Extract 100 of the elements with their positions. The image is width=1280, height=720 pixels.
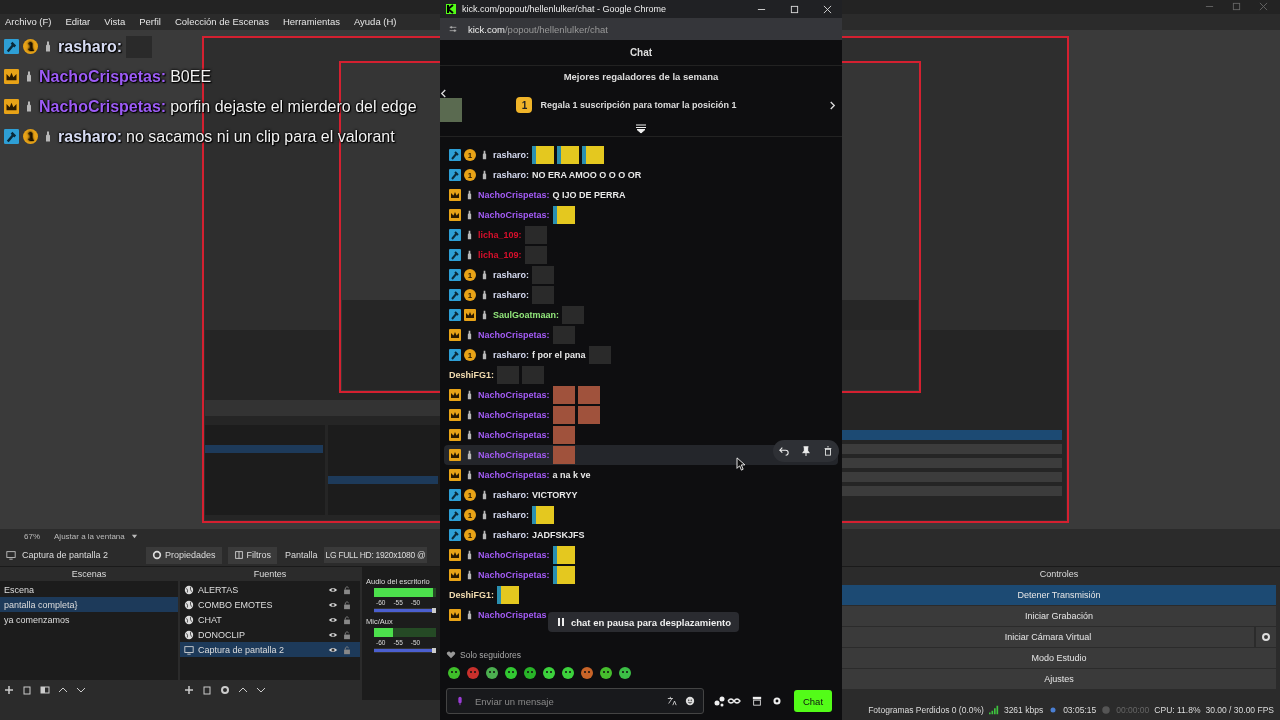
username[interactable]: NachoCrispetas: <box>478 470 550 480</box>
emote-image <box>582 146 604 164</box>
menu-item[interactable]: Editar <box>65 16 91 28</box>
username[interactable]: NachoCrispetas: <box>478 190 550 200</box>
figure-badge-icon <box>467 249 472 261</box>
menu-item[interactable]: Colección de Escenas <box>174 16 269 28</box>
volume-slider[interactable] <box>374 648 436 654</box>
chevron-right-icon[interactable] <box>829 100 836 110</box>
emote-icon[interactable] <box>599 666 613 680</box>
username[interactable]: rasharo: <box>493 490 529 500</box>
scene-item[interactable]: ya comenzamos <box>0 612 178 628</box>
username[interactable]: NachoCrispetas: <box>478 330 550 340</box>
emote-icon[interactable] <box>523 666 537 680</box>
emote-icon[interactable] <box>485 666 499 680</box>
emote-image <box>577 386 600 404</box>
username[interactable]: NachoCrispetas: <box>478 390 550 400</box>
menu-item[interactable]: Ayuda (H) <box>353 16 397 28</box>
filter-icon[interactable] <box>40 685 50 696</box>
settings-icon[interactable] <box>220 685 230 696</box>
username[interactable]: licha_109: <box>478 230 522 240</box>
username[interactable]: rasharo: <box>493 530 529 540</box>
menu-item[interactable]: Vista <box>104 16 126 28</box>
menu-item[interactable]: Perfil <box>139 16 161 28</box>
emote-image <box>522 366 544 384</box>
emoji-icon[interactable] <box>685 696 695 706</box>
username[interactable]: rasharo: <box>493 270 529 280</box>
lock-icon[interactable] <box>342 584 352 595</box>
emote-icon[interactable] <box>447 666 461 680</box>
source-item[interactable]: DONOCLIP <box>180 627 360 643</box>
volume-slider[interactable] <box>374 608 436 614</box>
menu-item[interactable]: Archivo (F) <box>5 16 52 28</box>
add-icon[interactable] <box>4 685 14 696</box>
username[interactable]: NachoCrispetas: <box>478 430 550 440</box>
username[interactable]: NachoCrispetas: <box>478 550 550 560</box>
points-icon[interactable] <box>714 695 742 707</box>
username[interactable]: NachoCrispetas: <box>478 410 550 420</box>
control-button[interactable]: Modo Estudio <box>842 648 1276 669</box>
source-item[interactable]: CHAT <box>180 612 360 628</box>
slider-thumb[interactable] <box>432 648 436 654</box>
username[interactable]: NachoCrispetas: <box>478 570 550 580</box>
collapse-icon[interactable] <box>635 124 647 134</box>
menu-item[interactable]: Herramientas <box>282 16 340 28</box>
microphone-icon[interactable] <box>455 696 465 706</box>
chevron-left-icon[interactable] <box>440 88 447 98</box>
send-button[interactable]: Chat <box>794 690 832 712</box>
username[interactable]: rasharo: <box>493 170 529 180</box>
message-field[interactable]: Enviar un mensaje <box>473 694 659 708</box>
url-host[interactable]: kick.com <box>468 23 505 35</box>
username[interactable]: rasharo: <box>493 290 529 300</box>
username[interactable]: rasharo: <box>493 510 529 520</box>
filters-button[interactable]: Filtros <box>227 546 278 564</box>
site-settings-icon[interactable] <box>448 24 458 34</box>
emote-icon[interactable] <box>618 666 632 680</box>
display-dropdown[interactable]: LG FULL HD: 1920x1080 @ <box>323 547 428 564</box>
caret-icon[interactable] <box>130 533 138 541</box>
subscriber-badge: 1 <box>464 489 476 501</box>
username[interactable]: NachoCrispetas <box>478 610 547 620</box>
control-button[interactable]: Detener Transmisión <box>842 585 1276 606</box>
control-button[interactable]: Iniciar Cámara Virtual <box>842 627 1254 648</box>
add-icon[interactable] <box>184 685 194 696</box>
paused-notice[interactable]: chat en pausa para desplazamiento <box>548 612 739 632</box>
username[interactable]: NachoCrispetas: <box>478 210 550 220</box>
lock-icon[interactable] <box>342 614 352 625</box>
window-title: kick.com/popout/hellenlulker/chat - Google Chrome <box>462 4 668 14</box>
source-item[interactable]: ALERTAS <box>180 582 360 598</box>
message-box[interactable]: Enviar un mensaje <box>446 688 704 714</box>
zoom-level[interactable]: 67% <box>24 532 40 542</box>
emote-icon[interactable] <box>542 666 556 680</box>
emote-icon[interactable] <box>561 666 575 680</box>
username[interactable]: rasharo: <box>493 350 529 360</box>
emote-image <box>552 206 575 224</box>
trash-icon[interactable] <box>823 446 833 456</box>
username[interactable]: NachoCrispetas: <box>478 450 550 460</box>
translate-icon[interactable] <box>667 696 677 706</box>
scene-item[interactable]: Escena <box>0 582 178 598</box>
emote-icon[interactable] <box>504 666 518 680</box>
username[interactable]: SaulGoatmaan: <box>493 310 559 320</box>
trash-icon[interactable] <box>22 685 32 696</box>
control-button[interactable]: Ajustes <box>842 669 1276 690</box>
control-button[interactable]: Iniciar Grabación <box>842 606 1276 627</box>
scene-item[interactable]: pantalla completa} <box>0 597 178 613</box>
trash-icon[interactable] <box>202 685 212 696</box>
source-item[interactable]: COMBO EMOTES <box>180 597 360 613</box>
source-item[interactable]: Captura de pantalla 2 <box>180 642 360 658</box>
username[interactable]: rasharo: <box>493 150 529 160</box>
pin-icon[interactable] <box>801 446 811 456</box>
username[interactable]: DeshiFG1: <box>449 590 494 600</box>
settings-button[interactable] <box>1256 627 1276 648</box>
cpu-usage: CPU: 11.8% <box>1154 705 1201 716</box>
fit-dropdown[interactable]: Ajustar a la ventana <box>54 532 125 542</box>
username[interactable]: DeshiFG1: <box>449 370 494 380</box>
reply-icon[interactable] <box>779 446 789 456</box>
url-path[interactable]: /popout/hellenlulker/chat <box>504 23 608 35</box>
slider-thumb[interactable] <box>432 608 436 614</box>
emote-icon[interactable] <box>580 666 594 680</box>
properties-button[interactable]: Propiedades <box>146 546 222 564</box>
username[interactable]: licha_109: <box>478 250 522 260</box>
lock-icon[interactable] <box>342 629 352 640</box>
lock-icon[interactable] <box>342 599 352 610</box>
store-icon[interactable] <box>752 696 762 706</box>
